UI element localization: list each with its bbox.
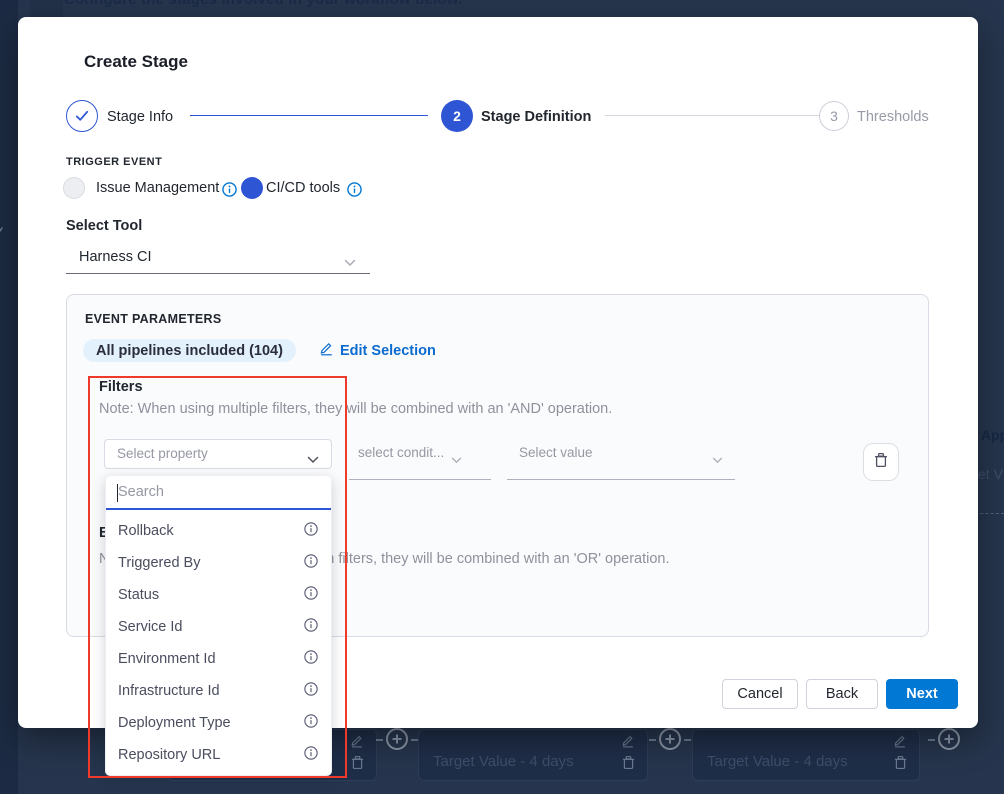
info-icon[interactable] (304, 554, 318, 572)
info-icon[interactable] (304, 746, 318, 764)
next-button[interactable]: Next (886, 679, 958, 709)
info-icon[interactable] (304, 650, 318, 668)
option-label: Status (118, 587, 159, 603)
stepper-connector-upcoming (605, 115, 845, 116)
event-parameters-heading: EVENT PARAMETERS (85, 312, 222, 326)
trash-icon (894, 755, 907, 775)
dropdown-search-input[interactable] (106, 476, 331, 508)
step-3-badge[interactable]: 3 (819, 101, 849, 131)
property-dropdown-panel: Rollback Triggered By Status Service Id … (106, 476, 331, 775)
chevron-down-icon (451, 451, 462, 469)
step-2-badge[interactable]: 2 (441, 100, 473, 132)
background-right-text-fragment-1: Appr (981, 427, 1004, 443)
dropdown-option-rollback[interactable]: Rollback (106, 515, 331, 547)
edit-selection-link[interactable]: Edit Selection (319, 341, 436, 360)
edit-icon (319, 341, 334, 360)
background-dash (928, 739, 935, 741)
chevron-down-icon (712, 451, 723, 469)
background-heading-clipped: Configure the stages involved in your wo… (64, 0, 964, 10)
dropdown-option-infrastructure-id[interactable]: Infrastructure Id (106, 675, 331, 707)
info-icon[interactable] (304, 618, 318, 636)
stage-card-label: Target Value - 4 days (707, 753, 848, 770)
info-icon[interactable] (304, 522, 318, 540)
background-dash (376, 739, 383, 741)
step-1-label: Stage Info (107, 109, 173, 125)
background-top-element (30, 0, 63, 18)
dropdown-option-status[interactable]: Status (106, 579, 331, 611)
dropdown-option-environment-id[interactable]: Environment Id (106, 643, 331, 675)
background-dash (649, 739, 656, 741)
chevron-down-icon (344, 254, 356, 272)
dropdown-option-service-id[interactable]: Service Id (106, 611, 331, 643)
radio-issue-management[interactable] (63, 177, 85, 199)
option-label: Environment Id (118, 651, 216, 667)
info-icon[interactable] (222, 182, 237, 202)
info-icon[interactable] (304, 682, 318, 700)
radio-cicd-tools[interactable] (241, 177, 263, 199)
stage-card-label: Target Value - 4 days (433, 753, 574, 770)
trash-icon (351, 755, 364, 775)
add-stage-icon (386, 728, 408, 750)
background-right-text-fragment-2: et V (978, 466, 1003, 482)
dropdown-options: Rollback Triggered By Status Service Id … (106, 510, 331, 771)
value-select-underline (507, 479, 735, 480)
app-screen: Configure the stages involved in your wo… (0, 0, 1004, 794)
filter-property-select[interactable]: Select property (104, 439, 332, 469)
info-icon[interactable] (347, 182, 362, 202)
pipelines-included-badge: All pipelines included (104) (83, 339, 296, 362)
modal-title: Create Stage (84, 52, 188, 72)
dropdown-option-deployment-type[interactable]: Deployment Type (106, 707, 331, 739)
background-heading-text: Configure the stages involved in your wo… (64, 0, 964, 8)
background-dash (684, 739, 691, 741)
stepper-connector-done (190, 115, 428, 116)
text-caret (117, 484, 118, 502)
background-stage-card: Target Value - 4 days (418, 729, 648, 781)
option-label: Service Id (118, 619, 182, 635)
option-label: Infrastructure Id (118, 683, 220, 699)
edit-selection-label: Edit Selection (340, 343, 436, 359)
dropdown-option-triggered-by[interactable]: Triggered By (106, 547, 331, 579)
back-button[interactable]: Back (806, 679, 878, 709)
background-left-text-fragment: Y (0, 224, 3, 240)
background-left-sidebar (0, 0, 18, 794)
filters-heading: Filters (99, 379, 143, 395)
edit-icon (350, 734, 364, 753)
chevron-down-icon (307, 451, 319, 469)
option-label: Rollback (118, 523, 174, 539)
step-1-done-icon[interactable] (66, 100, 98, 132)
background-stage-card: Target Value - 4 days (692, 729, 920, 781)
info-icon[interactable] (304, 714, 318, 732)
tool-select-value: Harness CI (79, 249, 152, 265)
option-label: Deployment Type (118, 715, 231, 731)
radio-cicd-tools-label[interactable]: CI/CD tools (266, 180, 340, 196)
step-3-label: Thresholds (857, 109, 929, 125)
trash-icon (874, 452, 888, 473)
background-dash (411, 739, 418, 741)
filter-condition-select[interactable]: select condit... (358, 445, 444, 460)
dropdown-option-repository-url[interactable]: Repository URL (106, 739, 331, 771)
select-tool-label: Select Tool (66, 218, 142, 234)
info-icon[interactable] (304, 586, 318, 604)
filter-property-placeholder: Select property (117, 446, 208, 461)
option-label: Repository URL (118, 747, 220, 763)
background-dashed-connector (975, 513, 1004, 514)
filters-note: Note: When using multiple filters, they … (99, 401, 612, 417)
radio-issue-management-label[interactable]: Issue Management (96, 180, 219, 196)
add-stage-icon (659, 728, 681, 750)
option-label: Triggered By (118, 555, 200, 571)
tool-select[interactable]: Harness CI (66, 244, 370, 274)
filter-value-select[interactable]: Select value (519, 445, 593, 460)
edit-icon (893, 734, 907, 753)
trigger-event-label: TRIGGER EVENT (66, 156, 162, 168)
step-2-label: Stage Definition (481, 109, 591, 125)
dropdown-search (106, 476, 331, 510)
add-stage-icon (938, 728, 960, 750)
delete-filter-button[interactable] (863, 443, 899, 481)
condition-select-underline (349, 479, 491, 480)
cancel-button[interactable]: Cancel (722, 679, 798, 709)
trash-icon (622, 755, 635, 775)
edit-icon (621, 734, 635, 753)
